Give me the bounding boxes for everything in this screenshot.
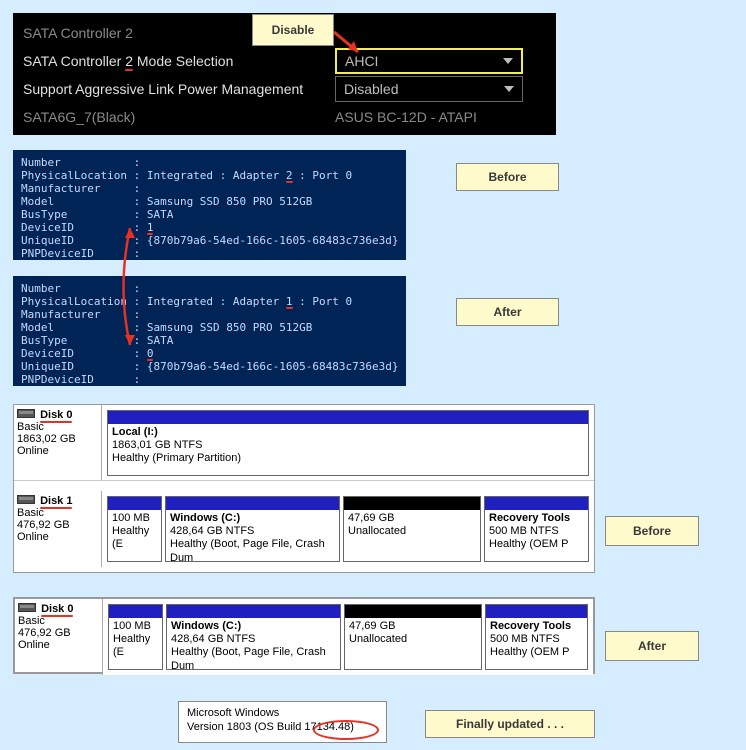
disable-callout: Disable: [252, 14, 334, 46]
disk-left-pane: Disk 0 Basic 476,92 GB Online: [15, 599, 103, 675]
after-label: After: [456, 298, 559, 326]
disk-name: Disk 0: [41, 603, 73, 615]
volume-unallocated[interactable]: 47,69 GB Unallocated: [343, 496, 481, 562]
arrow-icon: [115, 223, 145, 353]
disk-management-before: Disk 0 Basic 1863,02 GB Online Local (I:…: [13, 404, 595, 573]
powershell-after: Number : PhysicalLocation : Integrated :…: [13, 276, 406, 386]
disk-name: Disk 1: [40, 495, 72, 507]
disk-left-pane: Disk 0 Basic 1863,02 GB Online: [14, 405, 102, 480]
volume-unallocated[interactable]: 47,69 GB Unallocated: [344, 604, 482, 670]
before-label: Before: [605, 516, 699, 546]
disk-management-after: Disk 0 Basic 476,92 GB Online 100 MB Hea…: [13, 597, 595, 674]
disk-icon: [17, 409, 35, 418]
volume[interactable]: Local (I:) 1863,01 GB NTFS Healthy (Prim…: [107, 410, 589, 476]
aggr-link-label: Support Aggressive Link Power Management: [23, 81, 335, 97]
powershell-before: Number : PhysicalLocation : Integrated :…: [13, 150, 406, 260]
chevron-down-icon: [503, 58, 513, 64]
arrow-icon: [334, 30, 366, 58]
sata-device-info: ASUS BC-12D - ATAPI: [335, 109, 477, 125]
aggr-link-select[interactable]: Disabled: [335, 76, 523, 102]
volume[interactable]: Windows (C:) 428,64 GB NTFS Healthy (Boo…: [165, 496, 340, 562]
volume[interactable]: Windows (C:) 428,64 GB NTFS Healthy (Boo…: [166, 604, 341, 670]
volume[interactable]: Recovery Tools 500 MB NTFS Healthy (OEM …: [485, 604, 588, 670]
sata-controller-number: 2: [125, 53, 133, 69]
winver-dialog: Microsoft Windows Version 1803 (OS Build…: [178, 701, 387, 743]
adapter-num-before: 2: [286, 169, 293, 182]
chevron-down-icon: [504, 86, 514, 92]
before-label: Before: [456, 163, 559, 191]
device-id-before: 1: [147, 221, 154, 234]
after-label: After: [605, 631, 699, 661]
adapter-num-after: 1: [286, 295, 293, 308]
sata-port-label: SATA6G_7(Black): [23, 109, 335, 125]
volume[interactable]: Recovery Tools 500 MB NTFS Healthy (OEM …: [484, 496, 589, 562]
volume[interactable]: 100 MB Healthy (E: [107, 496, 162, 562]
finally-updated-label: Finally updated . . .: [425, 710, 595, 738]
disk-name: Disk 0: [40, 409, 72, 421]
sata-mode-label: SATA Controller 2 Mode Selection: [23, 53, 335, 69]
device-id-after: 0: [147, 347, 154, 360]
disk-icon: [17, 495, 35, 504]
disk-icon: [18, 603, 36, 612]
aggr-link-value: Disabled: [344, 81, 398, 97]
volume[interactable]: 100 MB Healthy (E: [108, 604, 163, 670]
disk-left-pane: Disk 1 Basic 476,92 GB Online: [14, 491, 102, 567]
circle-annotation-icon: [313, 720, 379, 740]
